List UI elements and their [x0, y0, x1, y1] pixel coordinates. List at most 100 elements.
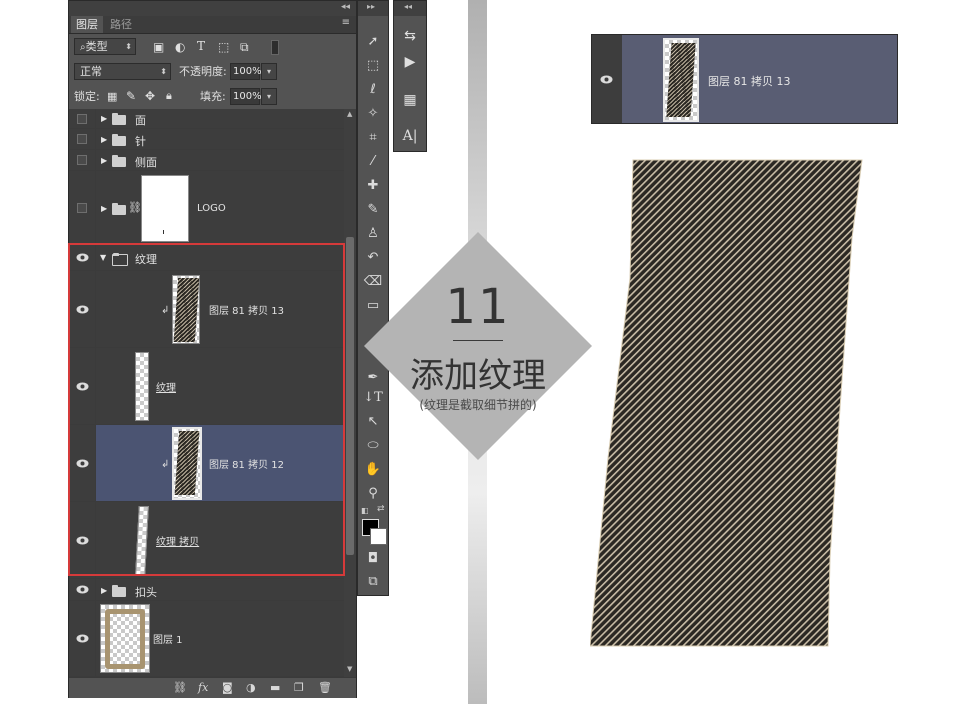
layer-row-group-logo[interactable]: ▶ ⛓ LOGO — [69, 171, 344, 245]
tab-layers[interactable]: 图层 — [71, 16, 103, 33]
eye-icon[interactable] — [76, 585, 89, 594]
scrollbar-thumb[interactable] — [346, 237, 354, 555]
marquee-tool-icon[interactable]: ⬚ — [358, 55, 388, 77]
layers-scrollbar[interactable]: ▲ ▼ — [344, 109, 356, 677]
brush-tool-icon[interactable]: ✎ — [358, 199, 388, 221]
fill-input[interactable]: 100% — [230, 88, 262, 105]
magic-wand-tool-icon[interactable]: ✧ — [358, 103, 388, 125]
link-chain-icon: ⛓ — [128, 201, 142, 214]
preview-thumbnail — [663, 38, 699, 122]
background-color-swatch[interactable] — [370, 528, 387, 545]
collapse-icon[interactable]: ◂◂ — [404, 2, 412, 11]
filter-pixel-icon[interactable]: ▣ — [153, 40, 164, 54]
blend-mode-dropdown[interactable]: 正常 ⬍ — [74, 63, 171, 80]
lock-image-brush-icon[interactable]: ✎ — [126, 89, 136, 103]
mask-icon[interactable]: ◙ — [222, 681, 233, 694]
lock-position-icon[interactable]: ✥ — [145, 89, 155, 103]
layer-row-group-needle[interactable]: ▶ 针 — [69, 129, 344, 150]
crop-tool-icon[interactable]: ⌗ — [358, 127, 388, 149]
filter-kind-dropdown[interactable]: ⌕类型 ⬍ — [74, 38, 136, 55]
link-icon[interactable]: ⛓ — [173, 681, 187, 694]
fx-icon[interactable]: fx — [198, 681, 208, 694]
visibility-toggle[interactable] — [77, 203, 87, 213]
expand-triangle-icon[interactable]: ▶ — [101, 114, 107, 123]
visibility-toggle[interactable] — [77, 134, 87, 144]
quick-mask-icon[interactable]: ◘ — [358, 548, 388, 570]
buckle-image — [105, 609, 145, 669]
scroll-down-icon[interactable]: ▼ — [347, 665, 352, 673]
properties-panel-icon[interactable]: ▦ — [394, 87, 426, 113]
fill-label: 填充: — [200, 90, 226, 103]
expand-triangle-icon[interactable]: ▶ — [101, 135, 107, 144]
expand-icon[interactable]: ▸▸ — [367, 2, 375, 11]
preview-layer-name: 图层 81 拷贝 13 — [708, 75, 791, 88]
layer-row-group-buckle[interactable]: ▶ 扣头 — [69, 579, 344, 601]
tab-paths[interactable]: 路径 — [105, 16, 137, 33]
group-icon[interactable]: ▬ — [270, 681, 280, 694]
preview-eye-cell — [592, 35, 622, 123]
toolbar2-top-strip: ◂◂ — [394, 1, 426, 16]
layer-preview-row: 图层 81 拷贝 13 — [591, 34, 898, 124]
eye-icon[interactable] — [600, 75, 613, 84]
screen-mode-icon[interactable]: ⧉ — [358, 571, 388, 593]
layer-name: 侧面 — [135, 156, 157, 169]
new-layer-icon[interactable]: ❐ — [294, 681, 304, 694]
default-colors-icon[interactable]: ◧ — [361, 506, 369, 515]
scroll-up-icon[interactable]: ▲ — [347, 110, 352, 118]
panel-footer: ⛓ fx ◙ ◑ ▬ ❐ 🗑︎ — [69, 677, 356, 698]
secondary-tools-panel: ◂◂ ⇆ ▶ ▦ A| — [393, 0, 427, 152]
visibility-toggle[interactable] — [77, 114, 87, 124]
collapse-icon[interactable]: ◂◂ — [341, 2, 350, 12]
eye-icon[interactable] — [76, 634, 89, 643]
move-tool-icon[interactable]: ➚ — [358, 31, 388, 53]
lasso-tool-icon[interactable]: ℓ — [358, 79, 388, 101]
diamond-shape — [364, 232, 592, 460]
filter-smart-object-icon[interactable]: ⧉ — [240, 40, 249, 54]
layer-name: 面 — [135, 114, 146, 127]
lock-label: 锁定: — [74, 90, 100, 103]
eyedropper-tool-icon[interactable]: ⁄ — [358, 151, 388, 173]
layer-thumbnail-buckle[interactable] — [100, 604, 150, 673]
folder-icon — [112, 134, 126, 146]
actions-play-icon[interactable]: ▶ — [394, 49, 426, 75]
blend-row: 正常 ⬍ 不透明度: 100% ▾ — [69, 59, 356, 84]
filter-adjustment-icon[interactable]: ◐ — [175, 40, 185, 54]
layer-row-group-face[interactable]: ▶ 面 — [69, 109, 344, 129]
character-panel-icon[interactable]: A| — [394, 123, 426, 149]
lock-all-icon[interactable]: 🔒︎ — [166, 89, 172, 103]
layer-name: 扣头 — [135, 586, 157, 599]
blend-mode-value: 正常 — [80, 65, 102, 78]
opacity-label: 不透明度: — [179, 65, 227, 78]
panel-tabs: 图层 路径 ≡ — [69, 16, 356, 34]
history-panel-icon[interactable]: ⇆ — [394, 23, 426, 49]
step-subtitle: (纹理是截取细节拼的) — [419, 398, 537, 412]
layer-mask-thumbnail[interactable] — [141, 175, 189, 242]
layer-row-group-side[interactable]: ▶ 侧面 — [69, 150, 344, 171]
trash-icon[interactable]: 🗑︎ — [318, 681, 332, 694]
highlight-box — [68, 243, 345, 576]
swap-colors-icon[interactable]: ⇄ — [377, 504, 385, 514]
visibility-toggle[interactable] — [77, 155, 87, 165]
filter-type-icon[interactable]: T — [197, 39, 205, 53]
step-diamond: 11 添加纹理 (纹理是截取细节拼的) — [364, 232, 592, 460]
filter-kind-label: 类型 — [85, 40, 108, 53]
adjustment-icon[interactable]: ◑ — [246, 681, 256, 694]
zoom-tool-icon[interactable]: ⚲ — [358, 483, 388, 505]
expand-triangle-icon[interactable]: ▶ — [101, 156, 107, 165]
fill-slider-button[interactable]: ▾ — [261, 88, 277, 105]
expand-triangle-icon[interactable]: ▶ — [101, 586, 107, 595]
expand-triangle-icon[interactable]: ▶ — [101, 204, 107, 213]
folder-icon — [112, 155, 126, 167]
layer-row-layer-1[interactable]: 图层 1 — [69, 601, 344, 677]
panel-menu-icon[interactable]: ≡ — [342, 17, 350, 28]
filter-shape-icon[interactable]: ⬚ — [218, 40, 229, 54]
layer-name: 针 — [135, 135, 146, 148]
folder-icon — [112, 113, 126, 125]
healing-brush-tool-icon[interactable]: ✚ — [358, 175, 388, 197]
opacity-input[interactable]: 100% — [230, 63, 262, 80]
opacity-slider-button[interactable]: ▾ — [261, 63, 277, 80]
lock-transparent-icon[interactable]: ▦ — [107, 90, 117, 104]
filter-toggle[interactable] — [271, 40, 279, 55]
hand-tool-icon[interactable]: ✋ — [358, 459, 388, 481]
filter-row: ⌕类型 ⬍ ▣ ◐ T ⬚ ⧉ — [69, 34, 356, 59]
